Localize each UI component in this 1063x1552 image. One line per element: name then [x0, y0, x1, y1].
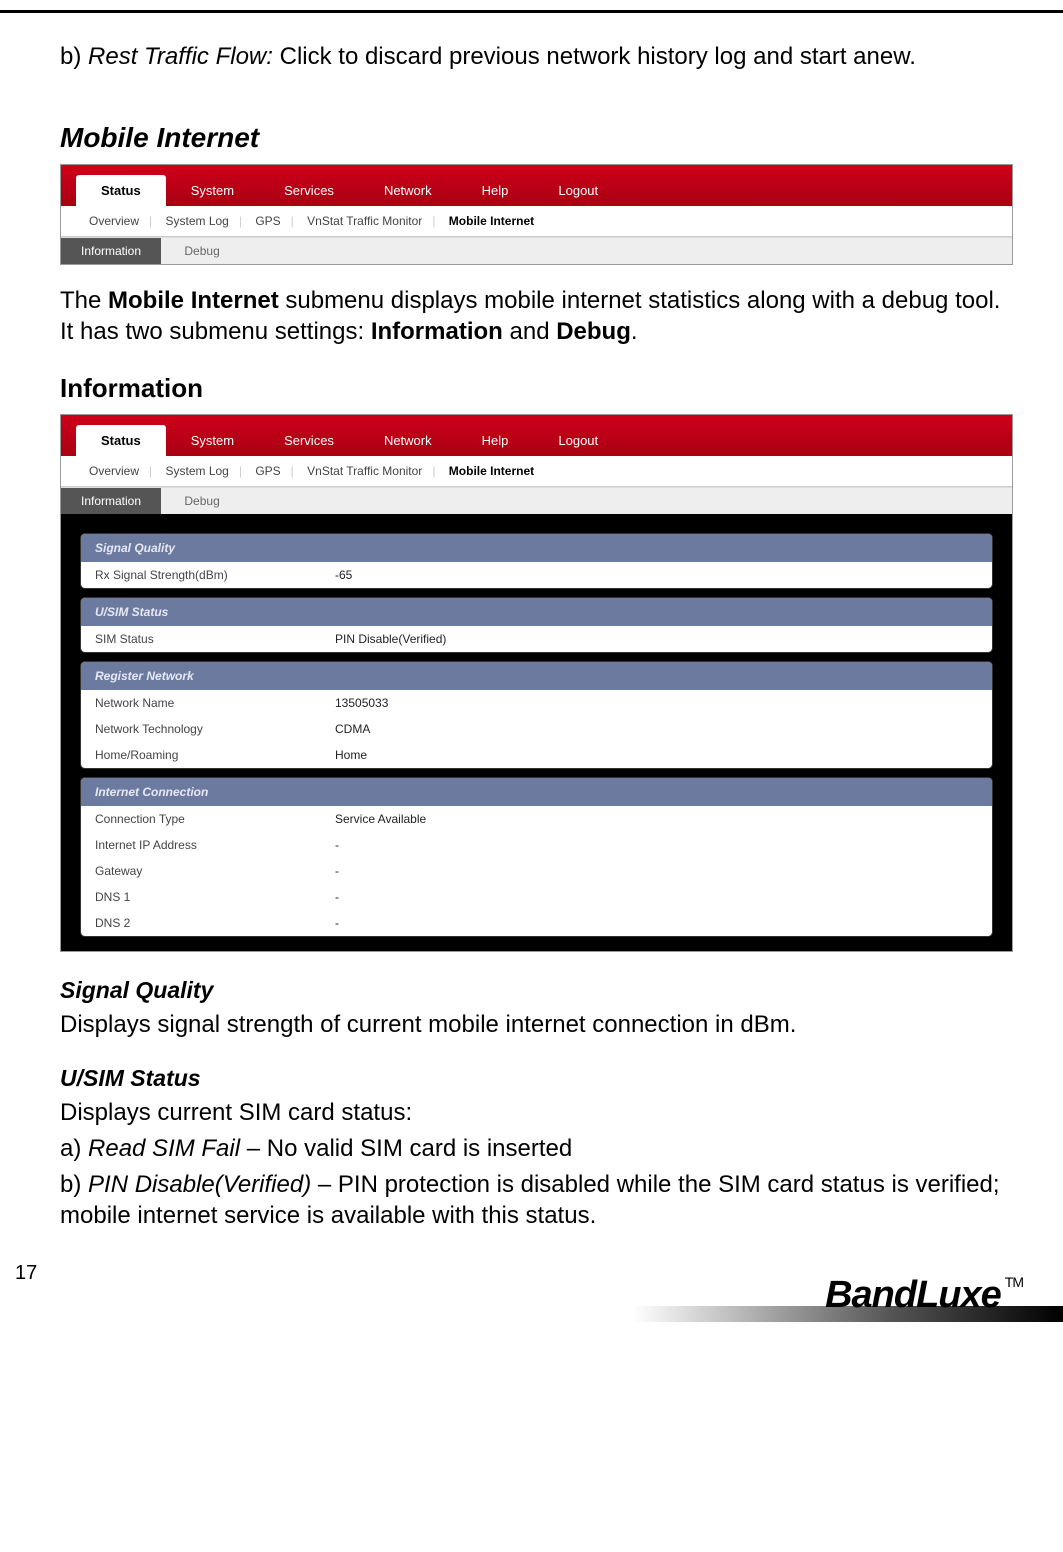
row-network-name: Network Name 13505033 — [81, 690, 992, 716]
page-footer: 17 BandLuxeTM — [0, 1252, 1063, 1322]
intro-prefix: b) — [60, 43, 88, 70]
tab-logout-2[interactable]: Logout — [533, 425, 623, 456]
value-sim-status: PIN Disable(Verified) — [335, 632, 978, 646]
sub-nav-2: Overview| System Log| GPS| VnStat Traffi… — [61, 456, 1012, 487]
intro-rest: Click to discard previous network histor… — [273, 43, 916, 70]
thirdtab-debug[interactable]: Debug — [164, 238, 239, 264]
mobile-internet-description: The Mobile Internet submenu displays mob… — [60, 285, 1013, 347]
thirdtab-debug-2[interactable]: Debug — [164, 488, 239, 514]
heading-usim-status: U/SIM Status — [60, 1065, 1013, 1092]
panel-internet-connection: Internet Connection Connection Type Serv… — [81, 778, 992, 936]
subtab-mobileinternet-2[interactable]: Mobile Internet — [439, 464, 544, 478]
row-dns2: DNS 2 - — [81, 910, 992, 936]
tab-network-2[interactable]: Network — [359, 425, 457, 456]
subtab-gps[interactable]: GPS — [245, 214, 290, 228]
heading-information: Information — [60, 373, 1013, 404]
tab-services[interactable]: Services — [259, 175, 359, 206]
top-nav-2: Status System Services Network Help Logo… — [61, 415, 1012, 456]
third-nav-2: Information Debug — [61, 487, 1012, 514]
thirdtab-information-2[interactable]: Information — [61, 488, 161, 514]
trademark-symbol: TM — [1005, 1274, 1023, 1290]
row-home-roaming: Home/Roaming Home — [81, 742, 992, 768]
tab-help-2[interactable]: Help — [457, 425, 534, 456]
tab-system-2[interactable]: System — [166, 425, 259, 456]
tab-status-2[interactable]: Status — [76, 425, 166, 456]
tab-network[interactable]: Network — [359, 175, 457, 206]
tab-help[interactable]: Help — [457, 175, 534, 206]
screenshot-nav-only: Status System Services Network Help Logo… — [60, 164, 1013, 265]
page-number: 17 — [15, 1262, 37, 1285]
panel-signal-quality-header: Signal Quality — [81, 534, 992, 562]
panel-register-network: Register Network Network Name 13505033 N… — [81, 662, 992, 768]
heading-signal-quality: Signal Quality — [60, 977, 1013, 1004]
panel-register-network-header: Register Network — [81, 662, 992, 690]
subtab-gps-2[interactable]: GPS — [245, 464, 290, 478]
row-sim-status: SIM Status PIN Disable(Verified) — [81, 626, 992, 652]
screenshot-information: Status System Services Network Help Logo… — [60, 414, 1013, 952]
panel-internet-connection-header: Internet Connection — [81, 778, 992, 806]
top-nav: Status System Services Network Help Logo… — [61, 165, 1012, 206]
intro-italic: Rest Traffic Flow: — [88, 43, 273, 70]
panel-sim-status: U/SIM Status SIM Status PIN Disable(Veri… — [81, 598, 992, 652]
brand-logo: BandLuxeTM — [825, 1274, 1023, 1317]
row-rx-signal: Rx Signal Strength(dBm) -65 — [81, 562, 992, 588]
intro-paragraph: b) Rest Traffic Flow: Click to discard p… — [60, 41, 1013, 72]
tab-status[interactable]: Status — [76, 175, 166, 206]
tab-services-2[interactable]: Services — [259, 425, 359, 456]
paragraph-signal-quality: Displays signal strength of current mobi… — [60, 1009, 1013, 1040]
subtab-systemlog[interactable]: System Log — [155, 214, 238, 228]
panel-signal-quality: Signal Quality Rx Signal Strength(dBm) -… — [81, 534, 992, 588]
heading-mobile-internet: Mobile Internet — [60, 122, 1013, 154]
label-rx-signal: Rx Signal Strength(dBm) — [95, 568, 335, 582]
subtab-vnstat[interactable]: VnStat Traffic Monitor — [297, 214, 432, 228]
paragraph-read-sim-fail: a) Read SIM Fail – No valid SIM card is … — [60, 1133, 1013, 1164]
row-connection-type: Connection Type Service Available — [81, 806, 992, 832]
row-dns1: DNS 1 - — [81, 884, 992, 910]
sub-nav: Overview| System Log| GPS| VnStat Traffi… — [61, 206, 1012, 237]
subtab-systemlog-2[interactable]: System Log — [155, 464, 238, 478]
value-rx-signal: -65 — [335, 568, 978, 582]
paragraph-usim-status: Displays current SIM card status: — [60, 1097, 1013, 1128]
subtab-overview-2[interactable]: Overview — [79, 464, 149, 478]
row-gateway: Gateway - — [81, 858, 992, 884]
row-internet-ip: Internet IP Address - — [81, 832, 992, 858]
label-sim-status: SIM Status — [95, 632, 335, 646]
subtab-mobileinternet[interactable]: Mobile Internet — [439, 214, 544, 228]
panel-sim-status-header: U/SIM Status — [81, 598, 992, 626]
subtab-overview[interactable]: Overview — [79, 214, 149, 228]
thirdtab-information[interactable]: Information — [61, 238, 161, 264]
subtab-vnstat-2[interactable]: VnStat Traffic Monitor — [297, 464, 432, 478]
row-network-technology: Network Technology CDMA — [81, 716, 992, 742]
third-nav: Information Debug — [61, 237, 1012, 264]
tab-system[interactable]: System — [166, 175, 259, 206]
paragraph-pin-disable: b) PIN Disable(Verified) – PIN protectio… — [60, 1169, 1013, 1231]
tab-logout[interactable]: Logout — [533, 175, 623, 206]
brand-text: BandLuxe — [825, 1274, 1001, 1316]
info-panels-area: Signal Quality Rx Signal Strength(dBm) -… — [61, 514, 1012, 951]
